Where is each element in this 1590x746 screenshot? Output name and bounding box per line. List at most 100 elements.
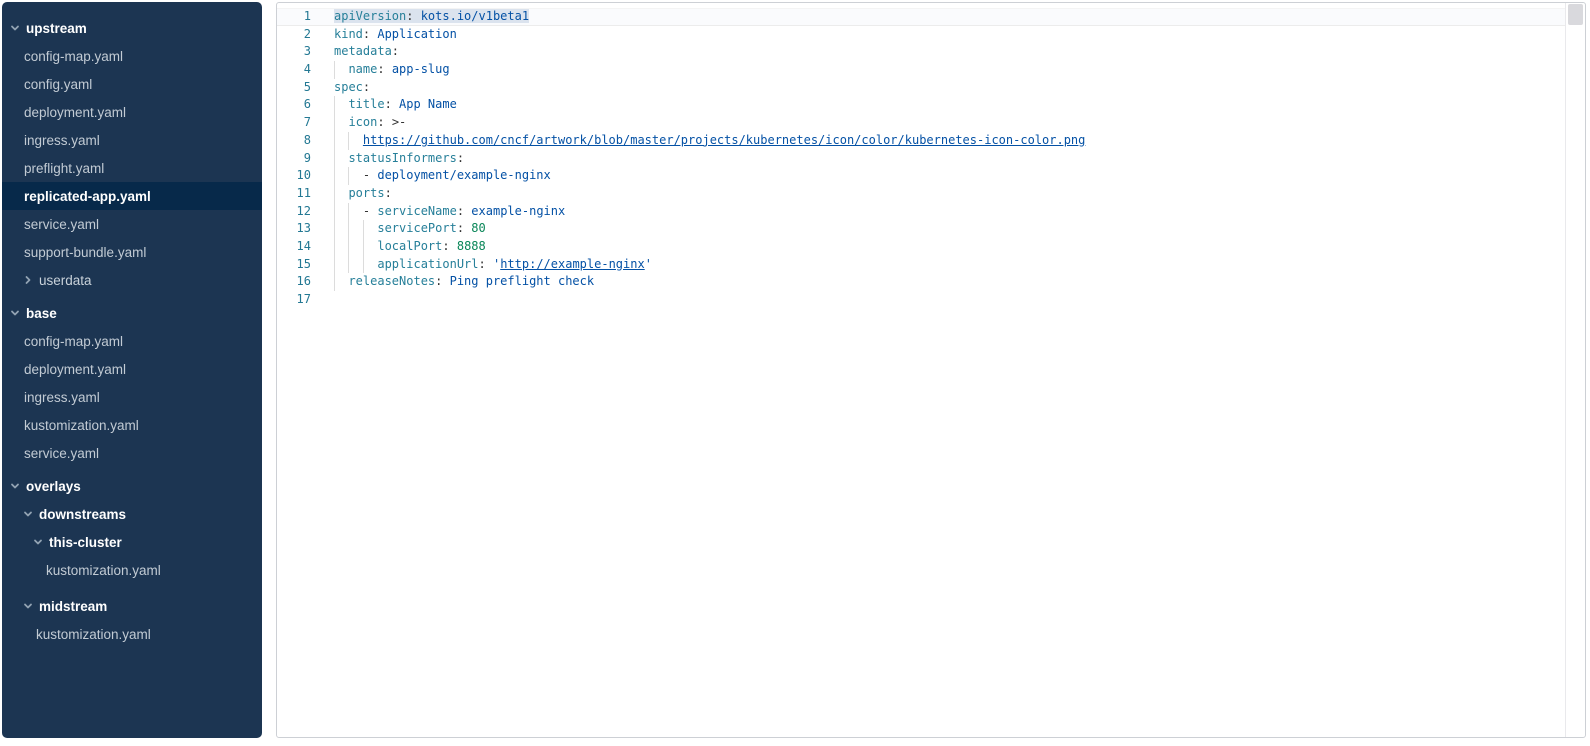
code-token (334, 186, 348, 200)
tree-item-label: preflight.yaml (24, 161, 104, 176)
code-editor[interactable]: 1apiVersion: kots.io/v1beta12kind: Appli… (276, 2, 1586, 738)
scrollbar-thumb[interactable] (1568, 4, 1583, 25)
tree-file-kustomization-yaml[interactable]: kustomization.yaml (2, 556, 262, 584)
tree-file-service-yaml[interactable]: service.yaml (2, 439, 262, 467)
code-token: applicationUrl (377, 257, 478, 271)
chevron-down-icon[interactable] (10, 481, 20, 491)
line-number: 13 (277, 220, 311, 238)
code-token: : (385, 186, 392, 200)
code-line[interactable]: 6 title: App Name (277, 96, 1566, 114)
tree-file-config-map-yaml[interactable]: config-map.yaml (2, 42, 262, 70)
chevron-down-icon[interactable] (23, 601, 33, 611)
tree-folder-base[interactable]: base (2, 299, 262, 327)
tree-folder-midstream[interactable]: midstream (2, 592, 262, 620)
code-token (334, 168, 363, 182)
code-token: : (377, 62, 391, 76)
code-token: kots.io/v1beta1 (421, 9, 529, 23)
tree-folder-downstreams[interactable]: downstreams (2, 500, 262, 528)
tree-folder-upstream[interactable]: upstream (2, 14, 262, 42)
url-link[interactable]: https://github.com/cncf/artwork/blob/mas… (363, 133, 1085, 147)
tree-file-kustomization-yaml[interactable]: kustomization.yaml (2, 620, 262, 648)
line-number: 3 (277, 43, 311, 61)
code-line[interactable]: 3metadata: (277, 43, 1566, 61)
line-number: 17 (277, 291, 311, 309)
code-token (334, 62, 348, 76)
tree-folder-userdata[interactable]: userdata (2, 266, 262, 294)
code-line[interactable]: 16 releaseNotes: Ping preflight check (277, 273, 1566, 291)
line-number: 6 (277, 96, 311, 114)
tree-item-label: support-bundle.yaml (24, 245, 146, 260)
url-link[interactable]: http://example-nginx (500, 257, 645, 271)
tree-folder-this-cluster[interactable]: this-cluster (2, 528, 262, 556)
code-line-text: title: App Name (334, 96, 457, 114)
tree-item-label: downstreams (39, 507, 126, 522)
tree-item-label: service.yaml (24, 217, 99, 232)
code-line[interactable]: 5spec: (277, 79, 1566, 97)
tree-file-ingress-yaml[interactable]: ingress.yaml (2, 383, 262, 411)
code-token: : (457, 204, 471, 218)
code-line[interactable]: 15 applicationUrl: 'http://example-nginx… (277, 256, 1566, 274)
code-line[interactable]: 4 name: app-slug (277, 61, 1566, 79)
code-token: : (363, 27, 377, 41)
code-line[interactable]: 17 (277, 291, 1566, 309)
code-token (334, 151, 348, 165)
code-token: 80 (471, 221, 485, 235)
code-line[interactable]: 1apiVersion: kots.io/v1beta1 (277, 8, 1566, 26)
code-token: App Name (399, 97, 457, 111)
tree-item-label: midstream (39, 599, 107, 614)
line-number: 1 (277, 8, 311, 26)
code-line[interactable]: 12 - serviceName: example-nginx (277, 203, 1566, 221)
chevron-down-icon[interactable] (10, 23, 20, 33)
code-token: releaseNotes (348, 274, 435, 288)
chevron-right-icon[interactable] (23, 275, 33, 285)
tree-item-label: ingress.yaml (24, 133, 100, 148)
code-token: : (363, 80, 370, 94)
code-line[interactable]: 2kind: Application (277, 26, 1566, 44)
tree-file-support-bundle-yaml[interactable]: support-bundle.yaml (2, 238, 262, 266)
code-line[interactable]: 10 - deployment/example-nginx (277, 167, 1566, 185)
code-line-text: servicePort: 80 (334, 220, 486, 238)
code-token: Ping preflight check (450, 274, 595, 288)
editor-scrollbar[interactable] (1565, 3, 1585, 737)
line-number: 9 (277, 150, 311, 168)
tree-item-label: deployment.yaml (24, 105, 126, 120)
line-number: 10 (277, 167, 311, 185)
tree-file-service-yaml[interactable]: service.yaml (2, 210, 262, 238)
code-line[interactable]: 8 https://github.com/cncf/artwork/blob/m… (277, 132, 1566, 150)
chevron-down-icon[interactable] (33, 537, 43, 547)
tree-file-config-map-yaml[interactable]: config-map.yaml (2, 327, 262, 355)
tree-item-label: kustomization.yaml (36, 627, 151, 642)
tree-item-label: this-cluster (49, 535, 122, 550)
code-line-text: kind: Application (334, 26, 457, 44)
code-line[interactable]: 13 servicePort: 80 (277, 220, 1566, 238)
code-token (334, 257, 377, 271)
code-token: name (348, 62, 377, 76)
code-token: localPort (377, 239, 442, 253)
tree-item-label: config.yaml (24, 77, 92, 92)
tree-file-replicated-app-yaml[interactable]: replicated-app.yaml (2, 182, 262, 210)
code-line-text: - serviceName: example-nginx (334, 203, 565, 221)
code-line[interactable]: 14 localPort: 8888 (277, 238, 1566, 256)
code-token: servicePort (377, 221, 456, 235)
code-line[interactable]: 7 icon: >- (277, 114, 1566, 132)
code-token (334, 133, 363, 147)
code-line-text: spec: (334, 79, 370, 97)
code-token: metadata (334, 44, 392, 58)
code-token: title (348, 97, 384, 111)
code-token (334, 204, 363, 218)
tree-folder-overlays[interactable]: overlays (2, 472, 262, 500)
tree-file-deployment-yaml[interactable]: deployment.yaml (2, 98, 262, 126)
tree-file-preflight-yaml[interactable]: preflight.yaml (2, 154, 262, 182)
code-area[interactable]: 1apiVersion: kots.io/v1beta12kind: Appli… (277, 3, 1566, 737)
code-line[interactable]: 9 statusInformers: (277, 150, 1566, 168)
tree-file-config-yaml[interactable]: config.yaml (2, 70, 262, 98)
tree-file-kustomization-yaml[interactable]: kustomization.yaml (2, 411, 262, 439)
tree-item-label: overlays (26, 479, 81, 494)
code-token: ports (348, 186, 384, 200)
code-line[interactable]: 11 ports: (277, 185, 1566, 203)
chevron-down-icon[interactable] (23, 509, 33, 519)
code-token (334, 239, 377, 253)
chevron-down-icon[interactable] (10, 308, 20, 318)
tree-file-deployment-yaml[interactable]: deployment.yaml (2, 355, 262, 383)
tree-file-ingress-yaml[interactable]: ingress.yaml (2, 126, 262, 154)
